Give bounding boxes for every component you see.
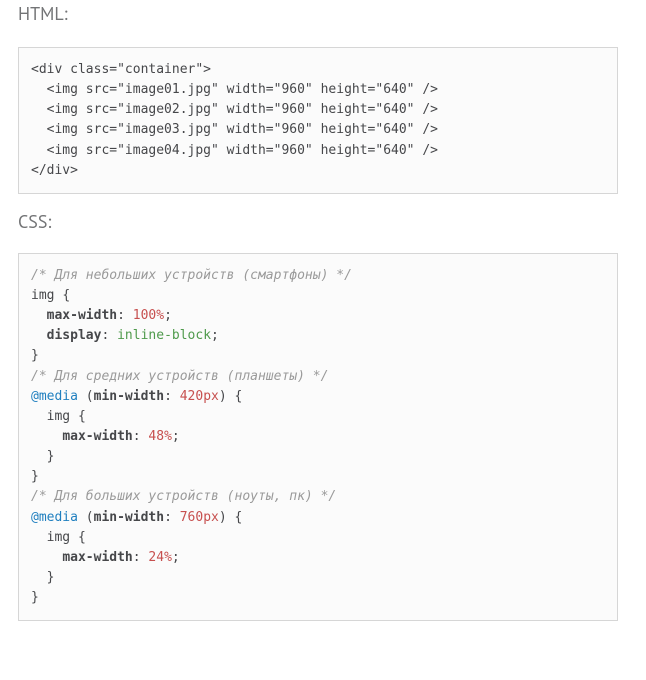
css-code: /* Для небольших устройств (смартфоны) *… [31,268,352,605]
html-section-label: HTML: [18,2,642,25]
html-code: <div class="container"> <img src="image0… [31,62,438,178]
page-root: HTML: <div class="container"> <img src="… [0,0,646,647]
html-code-block[interactable]: <div class="container"> <img src="image0… [18,47,618,194]
css-code-block[interactable]: /* Для небольших устройств (смартфоны) *… [18,253,618,621]
css-section-label: CSS: [18,210,642,233]
